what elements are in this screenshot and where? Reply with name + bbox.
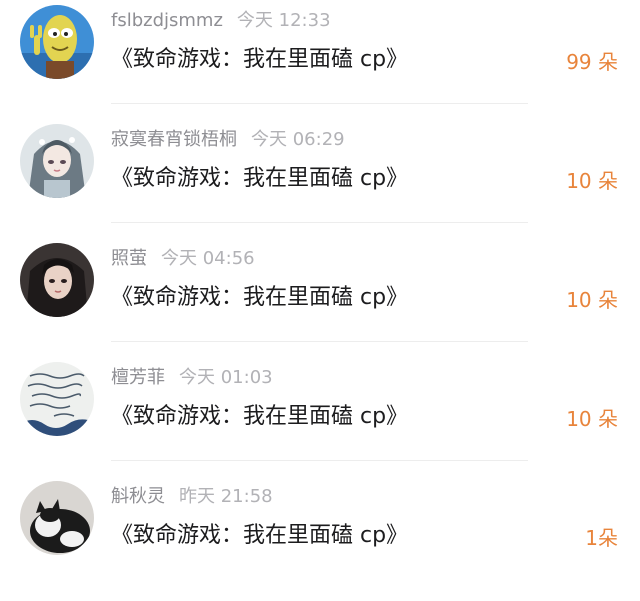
book-title[interactable]: 《致命游戏：我在里面磕 cp》 — [111, 518, 408, 554]
item-meta: 照萤 今天 04:56 — [111, 245, 255, 273]
username[interactable]: fslbzdjsmmz — [111, 10, 223, 31]
timestamp: 今天 12:33 — [236, 10, 331, 31]
book-title[interactable]: 《致命游戏：我在里面磕 cp》 — [111, 42, 408, 78]
cat-avatar-icon[interactable] — [20, 481, 94, 555]
username[interactable]: 照萤 — [111, 248, 147, 269]
handwriting-avatar-icon[interactable] — [20, 362, 94, 436]
gift-count: 99 朵 — [566, 50, 618, 74]
list-item[interactable]: 寂寞春宵锁梧桐 今天 06:29 《致命游戏：我在里面磕 cp》 10 朵 — [0, 124, 640, 244]
divider — [111, 222, 528, 223]
book-title[interactable]: 《致命游戏：我在里面磕 cp》 — [111, 161, 408, 197]
timestamp: 今天 06:29 — [251, 129, 345, 150]
username[interactable]: 寂寞春宵锁梧桐 — [111, 129, 237, 150]
book-title[interactable]: 《致命游戏：我在里面磕 cp》 — [111, 280, 408, 316]
username[interactable]: 檀芳菲 — [111, 367, 165, 388]
anime-girl-avatar-icon[interactable] — [20, 124, 94, 198]
list-item[interactable]: fslbzdjsmmz 今天 12:33 《致命游戏：我在里面磕 cp》 99 朵 — [0, 5, 640, 125]
book-title[interactable]: 《致命游戏：我在里面磕 cp》 — [111, 399, 408, 435]
cartoon-avatar-icon[interactable] — [20, 5, 94, 79]
list-item[interactable]: 照萤 今天 04:56 《致命游戏：我在里面磕 cp》 10 朵 — [0, 243, 640, 363]
timestamp: 今天 04:56 — [161, 248, 255, 269]
item-meta: 寂寞春宵锁梧桐 今天 06:29 — [111, 126, 345, 154]
timestamp: 今天 01:03 — [179, 367, 273, 388]
divider — [111, 341, 528, 342]
divider — [111, 103, 528, 104]
reward-list: fslbzdjsmmz 今天 12:33 《致命游戏：我在里面磕 cp》 99 朵… — [0, 0, 640, 569]
item-meta: 斛秋灵 昨天 21:58 — [111, 483, 273, 511]
list-item[interactable]: 檀芳菲 今天 01:03 《致命游戏：我在里面磕 cp》 10 朵 — [0, 362, 640, 482]
gift-count: 10 朵 — [566, 407, 618, 431]
gift-count: 10 朵 — [566, 169, 618, 193]
gift-count: 1朵 — [585, 526, 618, 550]
username[interactable]: 斛秋灵 — [111, 486, 165, 507]
portrait-avatar-icon[interactable] — [20, 243, 94, 317]
divider — [111, 460, 528, 461]
timestamp: 昨天 21:58 — [179, 486, 273, 507]
item-meta: fslbzdjsmmz 今天 12:33 — [111, 7, 331, 35]
gift-count: 10 朵 — [566, 288, 618, 312]
item-meta: 檀芳菲 今天 01:03 — [111, 364, 273, 392]
list-item[interactable]: 斛秋灵 昨天 21:58 《致命游戏：我在里面磕 cp》 1朵 — [0, 481, 640, 601]
